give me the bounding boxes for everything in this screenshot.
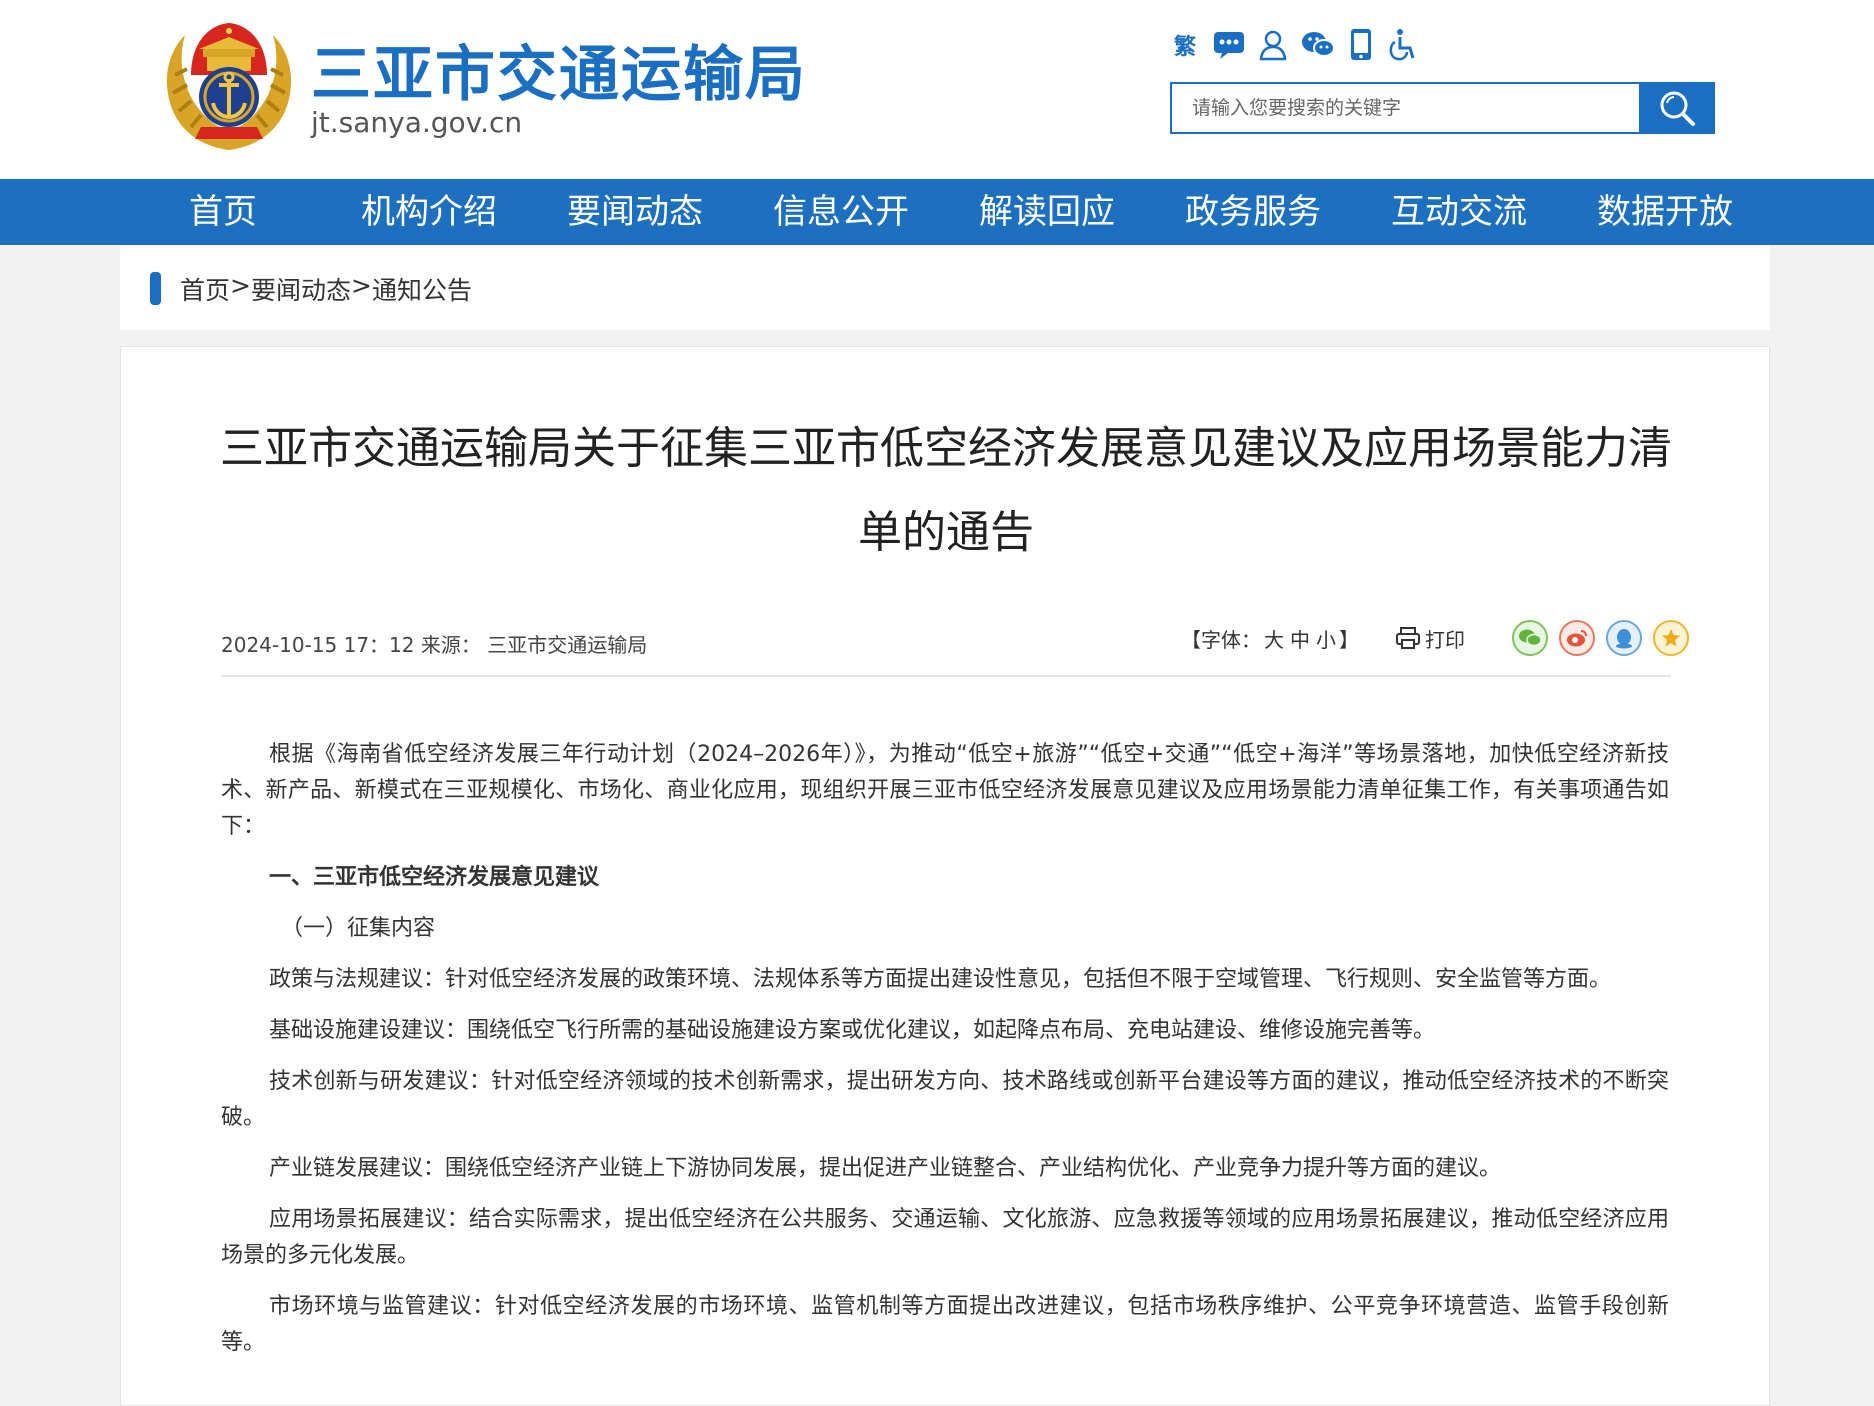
font-size-medium[interactable]: 中 bbox=[1290, 628, 1310, 652]
breadcrumb-separator: > bbox=[230, 271, 251, 300]
nav-item-open-data[interactable]: 数据开放 bbox=[1562, 179, 1768, 245]
meta-divider bbox=[221, 675, 1671, 677]
paragraph-industry-chain: 产业链发展建议：围绕低空经济产业链上下游协同发展，提出促进产业链整合、产业结构优… bbox=[269, 1156, 1502, 1181]
main-nav: 首页 机构介绍 要闻动态 信息公开 解读回应 政务服务 互动交流 数据开放 bbox=[0, 179, 1874, 245]
source-label: 来源： bbox=[420, 633, 481, 657]
weibo-share-icon[interactable] bbox=[1559, 620, 1595, 656]
print-button[interactable]: 打印 bbox=[1395, 624, 1465, 653]
paragraph-technology: 技术创新与研发建议：针对低空经济领域的技术创新需求，提出研发方向、技术路线或创新… bbox=[221, 1069, 1669, 1130]
paragraph-application: 应用场景拓展建议：结合实际需求，提出低空经济在公共服务、交通运输、文化旅游、应急… bbox=[221, 1207, 1669, 1268]
font-size-large[interactable]: 大 bbox=[1264, 628, 1284, 652]
source-value: 三亚市交通运输局 bbox=[487, 633, 648, 657]
printer-icon bbox=[1396, 627, 1420, 649]
traditional-chinese-toggle[interactable]: 繁 bbox=[1170, 24, 1200, 66]
wechat-icon[interactable] bbox=[1300, 24, 1336, 66]
message-icon[interactable] bbox=[1212, 24, 1246, 66]
qzone-share-icon[interactable] bbox=[1653, 620, 1689, 656]
print-label: 打印 bbox=[1425, 627, 1465, 652]
nav-item-services[interactable]: 政务服务 bbox=[1150, 179, 1356, 245]
font-size-small[interactable]: 小 bbox=[1316, 628, 1336, 652]
font-size-label-suffix: 】 bbox=[1339, 627, 1359, 652]
site-domain: jt.sanya.gov.cn bbox=[311, 106, 523, 139]
section-heading-1: 一、三亚市低空经济发展意见建议 bbox=[269, 865, 600, 890]
nav-item-about[interactable]: 机构介绍 bbox=[326, 179, 532, 245]
breadcrumb-marker bbox=[150, 272, 161, 305]
paragraph-policy: 政策与法规建议：针对低空经济发展的政策环境、法规体系等方面提出建设性意见，包括但… bbox=[269, 967, 1612, 992]
user-icon[interactable] bbox=[1258, 24, 1288, 66]
breadcrumb-news[interactable]: 要闻动态 bbox=[251, 271, 351, 307]
mobile-icon[interactable] bbox=[1348, 24, 1374, 66]
breadcrumb-notices[interactable]: 通知公告 bbox=[372, 271, 472, 307]
publish-date: 2024-10-15 17：12 bbox=[221, 633, 415, 657]
font-size-label-prefix: 【字体： bbox=[1181, 627, 1261, 652]
font-size-switcher: 【字体：大中小】 bbox=[1181, 624, 1359, 653]
paragraph-infrastructure: 基础设施建设建议：围绕低空飞行所需的基础设施建设方案或优化建议，如起降点布局、充… bbox=[269, 1018, 1436, 1043]
breadcrumb-separator: > bbox=[350, 271, 372, 300]
article-body: 根据《海南省低空经济发展三年行动计划（2024–2026年）》，为推动“低空+旅… bbox=[221, 737, 1669, 1376]
breadcrumb-home[interactable]: 首页 bbox=[180, 271, 230, 307]
breadcrumb-bar: 首页 > 要闻动态 > 通知公告 bbox=[120, 245, 1770, 330]
emblem-logo[interactable] bbox=[161, 15, 298, 154]
search-icon bbox=[1660, 91, 1695, 126]
nav-item-home[interactable]: 首页 bbox=[120, 179, 326, 245]
accessibility-icon[interactable] bbox=[1386, 24, 1416, 66]
nav-list: 首页 机构介绍 要闻动态 信息公开 解读回应 政务服务 互动交流 数据开放 bbox=[120, 179, 1770, 245]
article-tools: 【字体：大中小】 打印 bbox=[1181, 617, 1689, 659]
paragraph-intro: 根据《海南省低空经济发展三年行动计划（2024–2026年）》，为推动“低空+旅… bbox=[221, 742, 1669, 839]
qq-share-icon[interactable] bbox=[1606, 620, 1642, 656]
search-input[interactable] bbox=[1170, 82, 1642, 134]
article-meta: 2024-10-15 17：12 来源： 三亚市交通运输局 bbox=[221, 629, 647, 658]
breadcrumb: 首页 > 要闻动态 > 通知公告 bbox=[180, 271, 472, 307]
paragraph-market: 市场环境与监管建议：针对低空经济发展的市场环境、监管机制等方面提出改进建议，包括… bbox=[221, 1294, 1669, 1355]
nav-item-interpretation[interactable]: 解读回应 bbox=[944, 179, 1150, 245]
site-header: 三亚市交通运输局 jt.sanya.gov.cn 繁 bbox=[0, 0, 1874, 179]
nav-item-disclosure[interactable]: 信息公开 bbox=[738, 179, 944, 245]
article-panel: 三亚市交通运输局关于征集三亚市低空经济发展意见建议及应用场景能力清单的通告 20… bbox=[120, 346, 1770, 1406]
article-title: 三亚市交通运输局关于征集三亚市低空经济发展意见建议及应用场景能力清单的通告 bbox=[220, 423, 1672, 558]
site-title[interactable]: 三亚市交通运输局 bbox=[311, 26, 807, 113]
wechat-share-icon[interactable] bbox=[1512, 620, 1548, 656]
nav-item-news[interactable]: 要闻动态 bbox=[532, 179, 738, 245]
nav-item-interaction[interactable]: 互动交流 bbox=[1356, 179, 1562, 245]
subsection-heading-1: （一）征集内容 bbox=[281, 916, 436, 941]
header-tools: 繁 bbox=[1170, 24, 1428, 66]
search-button[interactable] bbox=[1639, 82, 1715, 134]
